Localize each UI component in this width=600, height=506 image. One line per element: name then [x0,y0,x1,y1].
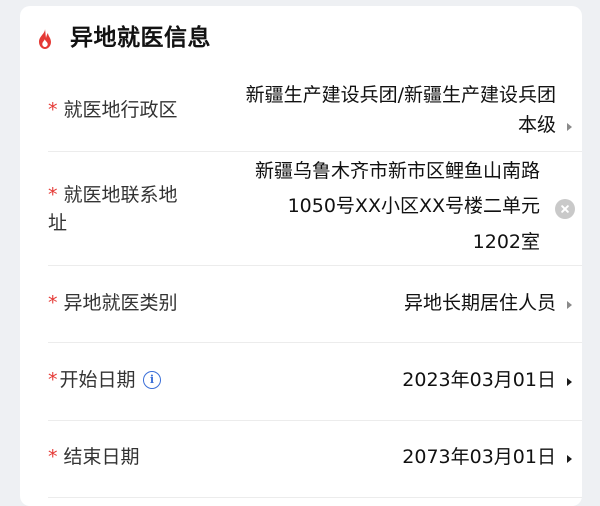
required-mark: * [48,446,58,468]
section-header: 异地就医信息 [20,6,582,72]
address-value-line2[interactable]: 1050号XX小区XX号楼二单元 [288,191,540,222]
address-row[interactable]: * 就医地联系地 址 新疆乌鲁木齐市新市区鲤鱼山南路 1050号XX小区XX号楼二… [48,152,582,265]
end-date-value: 2073年03月01日 [402,446,556,468]
section-title: 异地就医信息 [70,25,211,51]
clear-icon[interactable] [555,199,575,219]
region-value-line2: 本级 [517,114,556,136]
required-mark: * [48,184,58,206]
chevron-right-icon [567,123,572,131]
end-date-label: * 结束日期 [48,442,140,473]
chevron-right-icon [567,301,572,309]
required-mark: * [48,99,58,121]
region-label-text: 就医地行政区 [63,99,178,121]
required-mark: * [48,369,58,391]
address-value-line3[interactable]: 1202室 [473,227,540,258]
region-row[interactable]: * 就医地行政区 新疆生产建设兵团/新疆生产建设兵团 本级 [48,72,582,151]
info-card: 异地就医信息 * 就医地行政区 新疆生产建设兵团/新疆生产建设兵团 本级 * 就医地… [20,6,582,506]
address-label-text: 就医地联系地 [63,184,178,206]
info-icon[interactable]: i [143,371,161,389]
flame-icon [39,29,51,49]
chevron-right-icon [567,455,572,463]
address-label: * 就医地联系地 [48,180,178,211]
end-date-label-text: 结束日期 [63,446,140,468]
category-label: * 异地就医类别 [48,288,178,319]
required-mark: * [48,292,58,314]
chevron-right-icon [567,378,572,386]
category-label-text: 异地就医类别 [63,292,178,314]
start-date-label-text: 开始日期 [59,369,136,391]
region-label: * 就医地行政区 [48,95,178,126]
start-date-value: 2023年03月01日 [402,369,556,391]
category-value: 异地长期居住人员 [403,292,556,314]
region-value-line1: 新疆生产建设兵团/新疆生产建设兵团 [245,84,556,106]
divider [48,497,582,498]
address-label-line2: 址 [48,212,68,234]
start-date-row[interactable]: * 开始日期 i 2023年03月01日 [48,343,582,420]
end-date-row[interactable]: * 结束日期 2073年03月01日 [48,421,582,499]
category-row[interactable]: * 异地就医类别 异地长期居住人员 [48,266,582,342]
address-value-line1[interactable]: 新疆乌鲁木齐市新市区鲤鱼山南路 [255,156,540,187]
start-date-label: * 开始日期 [48,365,136,396]
